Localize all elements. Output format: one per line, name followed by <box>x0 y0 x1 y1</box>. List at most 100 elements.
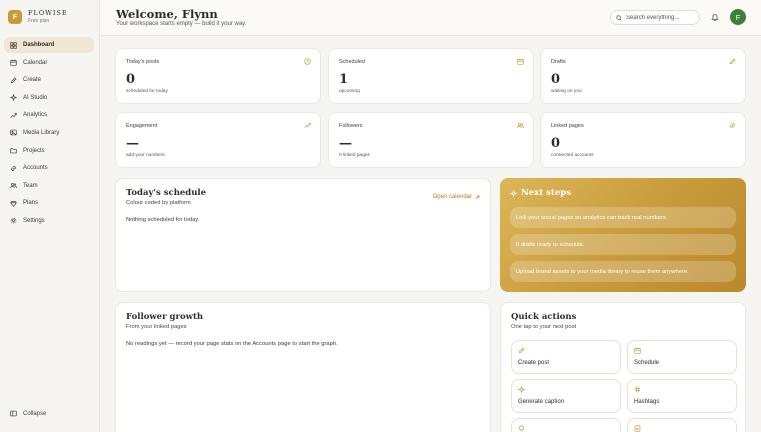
search-box[interactable] <box>610 10 700 25</box>
hashtags-label: Hashtags <box>634 399 660 405</box>
search-input[interactable] <box>626 14 698 21</box>
sidebar-item-label: Settings <box>23 217 45 224</box>
stat-sub: add your numbers <box>126 153 165 158</box>
schedule-button[interactable]: Schedule <box>627 340 737 374</box>
gear-icon <box>10 218 17 224</box>
open-calendar-link[interactable]: Open calendar <box>433 194 480 200</box>
sidebar-item-label: Accounts <box>23 165 48 172</box>
todays-schedule-card: Today's schedule Colour coded by platfor… <box>115 178 491 292</box>
sidebar-item-label: Team <box>23 182 38 189</box>
schedule-empty-text: Nothing scheduled for today. <box>126 217 200 223</box>
sparkle-icon <box>510 189 517 197</box>
stat-label: Followers <box>339 123 363 129</box>
follower-growth-title: Follower growth <box>126 312 204 322</box>
follower-growth-subtitle: From your linked pages <box>126 324 187 330</box>
sidebar-item-dashboard[interactable]: Dashboard <box>4 37 94 53</box>
sparkle-icon <box>10 94 17 102</box>
page-title: Welcome, Flynn <box>116 7 218 21</box>
diamond-icon <box>10 200 17 207</box>
next-step-item[interactable]: 0 drafts ready to schedule. <box>510 234 736 255</box>
avatar[interactable]: F <box>730 9 746 25</box>
chart-icon <box>634 425 641 432</box>
stat-card-drafts: Drafts 0 waiting on you <box>540 48 746 104</box>
grid-icon <box>10 41 17 49</box>
bulb-icon <box>519 425 524 432</box>
bell-icon[interactable] <box>711 13 719 21</box>
stat-label: Engagement <box>126 123 158 129</box>
create-post-button[interactable]: Create post <box>511 340 621 374</box>
collapse-icon <box>10 410 17 417</box>
next-steps-card: Next steps Link your social pages so ana… <box>500 178 746 292</box>
calendar-icon <box>10 59 17 66</box>
sidebar-item-media-library[interactable]: Media Library <box>4 125 94 141</box>
schedule-subtitle: Colour coded by platform <box>126 200 191 206</box>
brand-name: FLOWISE <box>28 9 68 18</box>
brand-logo: F <box>8 10 22 24</box>
arrow-up-right-icon <box>475 195 480 199</box>
users-icon <box>517 122 524 129</box>
create-post-label: Create post <box>518 360 550 366</box>
sidebar-item-accounts[interactable]: Accounts <box>4 160 94 176</box>
sidebar-item-team[interactable]: Team <box>4 178 94 194</box>
sidebar-item-projects[interactable]: Projects <box>4 143 94 159</box>
stat-sub: 0 linked pages <box>339 153 370 158</box>
next-steps-title-text: Next steps <box>521 188 571 198</box>
quick-actions-subtitle: One tap to your next post <box>511 324 577 330</box>
stat-value: — <box>126 136 139 151</box>
brand[interactable]: F FLOWISE Free plan <box>8 10 68 24</box>
pencil-icon <box>518 347 525 354</box>
image-icon <box>10 130 17 136</box>
pencil-icon <box>10 77 17 83</box>
report-button[interactable] <box>627 418 737 432</box>
generate-caption-button[interactable]: Generate caption <box>511 379 621 413</box>
next-step-item[interactable]: Upload brand assets to your media librar… <box>510 261 736 282</box>
next-step-item[interactable]: Link your social pages so analytics can … <box>510 207 736 228</box>
follower-growth-empty-text: No readings yet — record your page stats… <box>126 341 338 347</box>
link-icon <box>11 165 16 171</box>
stat-sub: waiting on you <box>551 89 582 94</box>
sidebar-item-analytics[interactable]: Analytics <box>4 107 94 123</box>
search-icon <box>616 14 622 21</box>
users-icon <box>10 183 17 189</box>
sidebar-item-settings[interactable]: Settings <box>4 213 94 229</box>
stat-value: — <box>339 136 352 151</box>
collapse-label: Collapse <box>23 410 47 417</box>
schedule-title: Today's schedule <box>126 188 207 198</box>
sidebar-item-label: Media Library <box>23 129 60 136</box>
calendar-icon <box>634 347 641 354</box>
stat-value: 0 <box>551 136 561 151</box>
top-header: Welcome, Flynn Your workspace starts emp… <box>100 0 761 36</box>
sidebar-item-create[interactable]: Create <box>4 72 94 88</box>
sidebar-item-plans[interactable]: Plans <box>4 195 94 211</box>
link-icon <box>730 123 735 128</box>
hashtags-button[interactable]: Hashtags <box>627 379 737 413</box>
sidebar-item-label: Calendar <box>23 59 48 66</box>
ideas-button[interactable] <box>511 418 621 432</box>
sidebar-item-ai-studio[interactable]: AI Studio <box>4 90 94 106</box>
stat-value: 0 <box>126 72 136 87</box>
stat-sub: upcoming <box>339 89 360 94</box>
sidebar-item-calendar[interactable]: Calendar <box>4 55 94 71</box>
clock-icon <box>304 58 311 65</box>
stat-card-followers: Followers — 0 linked pages <box>328 112 534 168</box>
next-steps-title: Next steps <box>510 188 571 198</box>
sidebar-item-label: Create <box>23 77 42 84</box>
collapse-button[interactable]: Collapse <box>10 410 46 417</box>
stat-label: Drafts <box>551 59 566 65</box>
stat-value: 0 <box>551 72 561 87</box>
hash-icon <box>635 386 640 393</box>
stat-card-scheduled: Scheduled 1 upcoming <box>328 48 534 104</box>
sparkle-icon <box>518 386 525 393</box>
calendar-icon <box>517 58 524 65</box>
open-calendar-label: Open calendar <box>432 194 472 200</box>
trend-icon <box>10 112 17 118</box>
stat-card-linked-pages: Linked pages 0 connected accounts <box>540 112 746 168</box>
page-subtitle: Your workspace starts empty — build it y… <box>116 21 247 27</box>
stat-label: Today's posts <box>126 59 160 65</box>
sidebar-item-label: Plans <box>23 200 39 207</box>
sidebar-item-label: Dashboard <box>23 42 55 48</box>
pencil-icon <box>729 58 736 65</box>
sidebar-item-label: Projects <box>23 147 45 154</box>
schedule-label: Schedule <box>634 360 660 366</box>
quick-actions-title: Quick actions <box>511 312 577 322</box>
